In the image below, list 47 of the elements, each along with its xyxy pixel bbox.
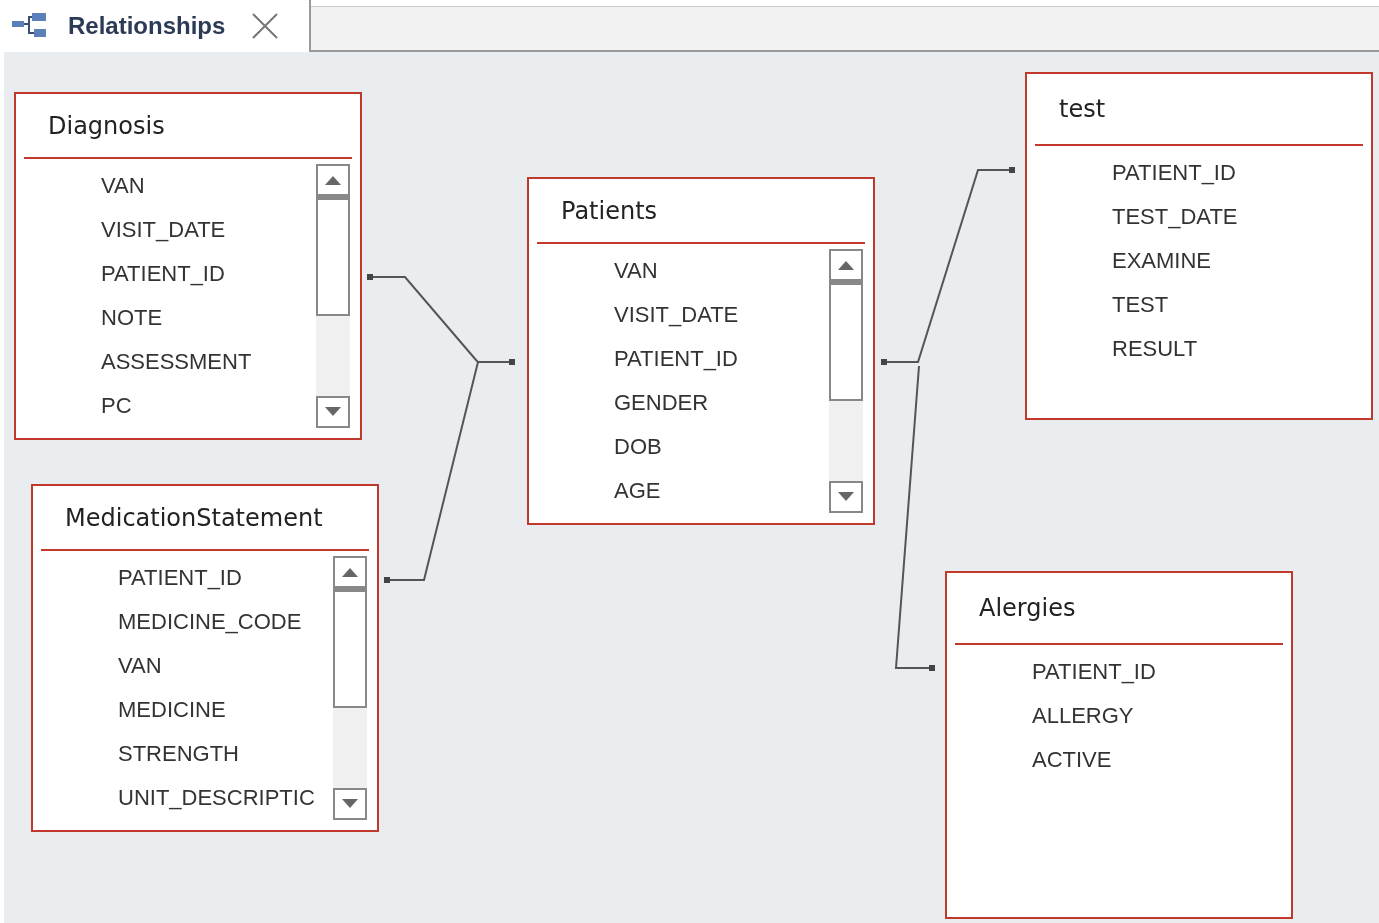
field-name[interactable]: DOB xyxy=(614,434,662,460)
field-name[interactable]: PATIENT_ID xyxy=(1032,659,1156,685)
field-name[interactable]: VISIT_DATE xyxy=(614,302,739,328)
scrollbar[interactable] xyxy=(316,164,350,428)
field-name[interactable]: ACTIVE xyxy=(1032,747,1112,773)
table-title: Alergies xyxy=(979,594,1076,622)
field-name[interactable]: GENDER xyxy=(614,390,709,416)
down-arrow-icon xyxy=(325,407,341,417)
table-title: Patients xyxy=(561,196,658,225)
up-arrow-icon xyxy=(325,175,341,185)
table-card[interactable]: Patients VAN VISIT_DATE PATIENT_ID GENDER DOB AGE xyxy=(527,177,875,525)
up-arrow-icon xyxy=(342,567,358,577)
field-name[interactable]: PATIENT_ID xyxy=(101,261,225,287)
table-card[interactable]: Diagnosis VAN VISIT_DATE PATIENT_ID NOTE ASSESSMENT PC xyxy=(14,92,362,440)
field-name[interactable]: RESULT xyxy=(1112,336,1198,362)
table-title: test xyxy=(1059,95,1106,123)
field-name[interactable]: TEST xyxy=(1112,292,1169,318)
table-title: MedicationStatement xyxy=(65,503,323,532)
field-name[interactable]: PATIENT_ID xyxy=(614,346,738,372)
table-card[interactable]: Alergies PATIENT_ID ALLERGY ACTIVE xyxy=(945,571,1293,919)
field-name[interactable]: TEST_DATE xyxy=(1112,204,1238,230)
field-name[interactable]: AGE xyxy=(614,478,661,504)
down-arrow-icon xyxy=(342,799,358,809)
field-name[interactable]: VISIT_DATE xyxy=(101,217,226,243)
field-name[interactable]: VAN xyxy=(101,173,145,199)
scrollbar[interactable] xyxy=(333,556,367,820)
field-name[interactable]: ALLERGY xyxy=(1032,703,1134,729)
table-card[interactable]: MedicationStatement PATIENT_ID MEDICINE_CODE VAN MEDICINE STRENGTH UNIT_DESCRIPTIC xyxy=(31,484,379,832)
field-name[interactable]: MEDICINE_CODE xyxy=(118,609,302,635)
field-name[interactable]: EXAMINE xyxy=(1112,248,1212,274)
field-name[interactable]: PC xyxy=(101,393,132,419)
field-name[interactable]: VAN xyxy=(614,258,658,284)
scrollbar[interactable] xyxy=(829,249,863,513)
field-name[interactable]: MEDICINE xyxy=(118,697,226,723)
field-name[interactable]: STRENGTH xyxy=(118,741,239,767)
table-card[interactable]: test PATIENT_ID TEST_DATE EXAMINE TEST RESULT xyxy=(1025,72,1373,420)
field-name[interactable]: VAN xyxy=(118,653,162,679)
table-title: Diagnosis xyxy=(48,111,165,140)
close-icon[interactable] xyxy=(251,12,280,40)
field-name[interactable]: ASSESSMENT xyxy=(101,349,252,375)
up-arrow-icon xyxy=(838,260,854,270)
field-name[interactable]: PATIENT_ID xyxy=(1112,160,1236,186)
down-arrow-icon xyxy=(838,492,854,502)
field-name[interactable]: NOTE xyxy=(101,305,163,331)
field-name[interactable]: PATIENT_ID xyxy=(118,565,242,591)
field-name[interactable]: UNIT_DESCRIPTIC xyxy=(118,785,315,811)
tab-title[interactable]: Relationships xyxy=(68,12,226,40)
